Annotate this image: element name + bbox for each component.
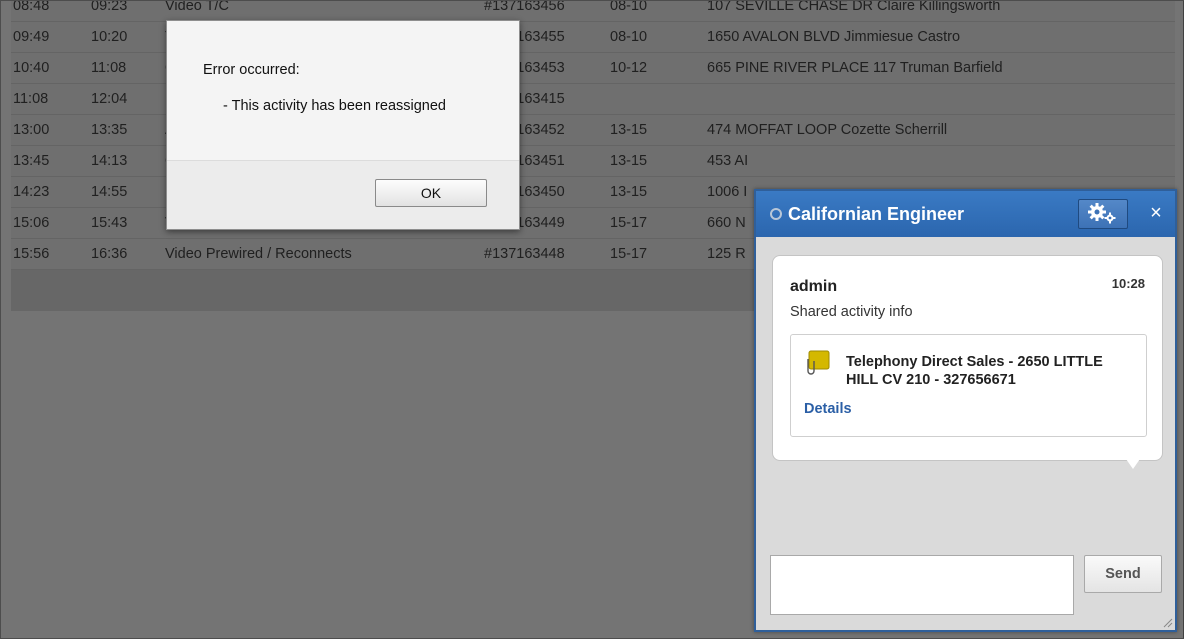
error-heading: Error occurred: (203, 62, 300, 78)
message-sender: admin (790, 278, 838, 295)
close-icon[interactable]: × (1146, 202, 1166, 224)
settings-button[interactable] (1078, 199, 1128, 229)
message-text: Shared activity info (790, 304, 913, 320)
chat-header[interactable]: Californian Engineer × (756, 191, 1175, 237)
chat-message: admin 10:28 Shared activity info Telepho… (772, 255, 1163, 461)
chat-panel: Californian Engineer × admin 10:28 Share… (754, 189, 1177, 632)
shared-activity-card: Telephony Direct Sales - 2650 LITTLE HIL… (790, 334, 1147, 437)
send-button[interactable]: Send (1084, 555, 1162, 593)
status-indicator-icon (770, 208, 782, 220)
bubble-tail (1126, 459, 1140, 469)
paperclip-folder-icon (807, 350, 830, 375)
error-dialog: Error occurred: - This activity has been… (166, 20, 520, 230)
ok-button[interactable]: OK (375, 179, 487, 207)
error-message: - This activity has been reassigned (223, 98, 446, 114)
shared-activity-title: Telephony Direct Sales - 2650 LITTLE HIL… (846, 354, 1103, 388)
details-link[interactable]: Details (804, 401, 852, 417)
chat-title: Californian Engineer (788, 204, 965, 224)
message-time: 10:28 (1111, 276, 1145, 291)
resize-handle-icon[interactable] (1163, 618, 1173, 628)
chat-message-input[interactable] (770, 555, 1074, 615)
gears-icon (1088, 203, 1116, 224)
